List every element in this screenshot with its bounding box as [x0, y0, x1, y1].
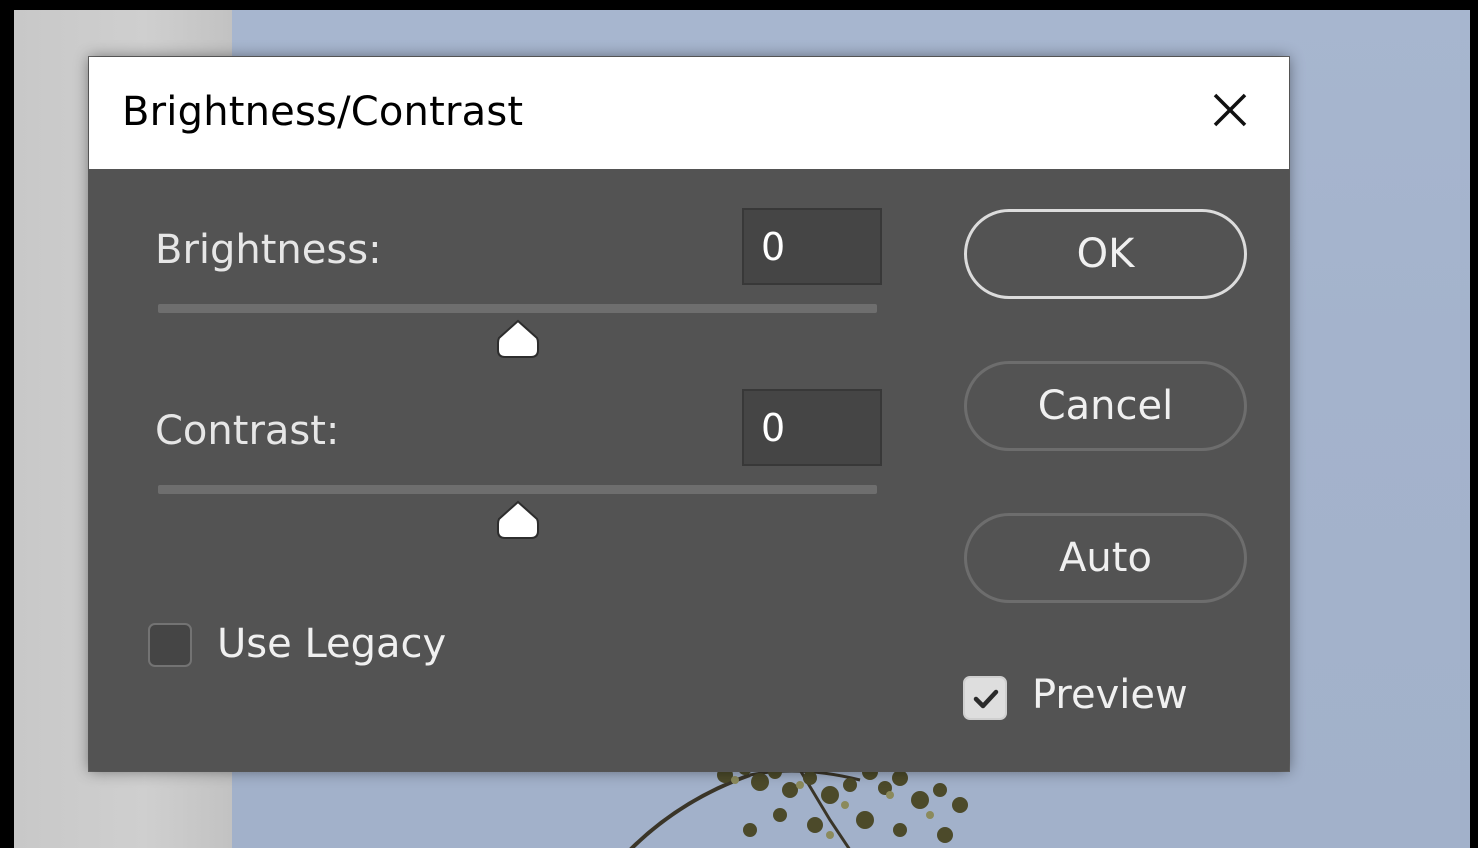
dialog-title: Brightness/Contrast	[122, 89, 524, 135]
app-window: Brightness/Contrast Brightness: Contrast…	[0, 0, 1478, 848]
tree-foliage-image	[629, 761, 968, 848]
screen-border-top	[0, 0, 1478, 10]
preview-label[interactable]: Preview	[1032, 672, 1188, 718]
brightness-slider-track[interactable]	[158, 304, 877, 313]
contrast-input[interactable]	[742, 389, 882, 466]
dialog-title-bar[interactable]: Brightness/Contrast	[89, 57, 1289, 169]
contrast-slider-thumb[interactable]	[496, 500, 540, 540]
use-legacy-checkbox[interactable]	[148, 623, 192, 667]
screen-border-left	[0, 0, 14, 848]
use-legacy-label[interactable]: Use Legacy	[217, 621, 446, 667]
checkmark-icon	[973, 689, 999, 709]
brightness-slider-thumb[interactable]	[496, 319, 540, 359]
cancel-button[interactable]: Cancel	[964, 361, 1247, 451]
brightness-contrast-dialog: Brightness/Contrast Brightness: Contrast…	[89, 57, 1289, 771]
preview-checkbox[interactable]	[963, 676, 1007, 720]
screen-border-right	[1470, 0, 1478, 848]
contrast-label: Contrast:	[155, 408, 340, 454]
ok-button[interactable]: OK	[964, 209, 1247, 299]
contrast-slider-track[interactable]	[158, 485, 877, 494]
brightness-label: Brightness:	[155, 227, 382, 273]
auto-button[interactable]: Auto	[964, 513, 1247, 603]
brightness-input[interactable]	[742, 208, 882, 285]
close-icon[interactable]	[1199, 79, 1261, 141]
